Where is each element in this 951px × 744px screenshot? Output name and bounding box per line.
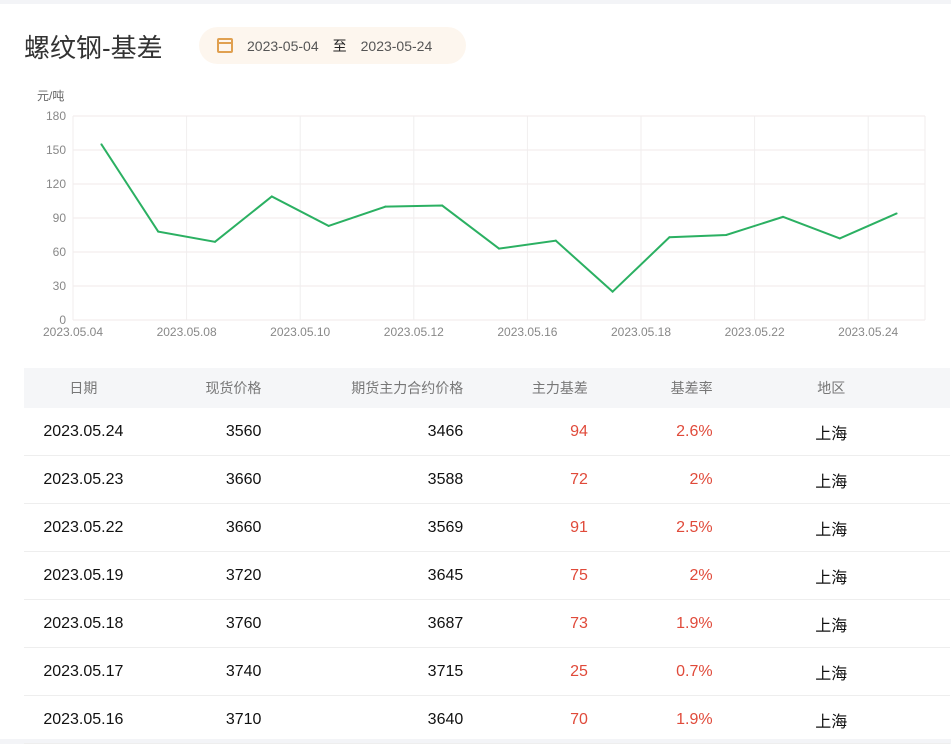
data-point — [668, 236, 671, 239]
data-point — [498, 247, 500, 250]
table-row: 2023.05.24 3560 3466 94 2.6% 上海 — [24, 408, 950, 456]
cell-basis-rate: 0.7% — [676, 662, 713, 680]
cell-futures-price: 3715 — [427, 662, 464, 680]
cell-date: 2023.05.24 — [43, 422, 124, 440]
x-tick-label: 2023.05.16 — [497, 325, 557, 339]
cell-region: 上海 — [815, 713, 848, 731]
cell-date: 2023.05.17 — [43, 662, 124, 680]
cell-spot-price: 3660 — [225, 470, 262, 488]
y-tick-label: 90 — [53, 211, 67, 225]
cell-futures-price: 3569 — [427, 518, 464, 536]
cell-spot-price: 3710 — [225, 710, 262, 728]
basis-line-chart: 03060901201501802023.05.04 2023.05.08 2023… — [43, 109, 926, 339]
cell-basis-rate: 2% — [689, 566, 713, 584]
cell-date: 2023.05.22 — [43, 518, 124, 536]
cell-futures-price: 3588 — [427, 470, 464, 488]
data-point — [782, 215, 784, 218]
table-row: 2023.05.17 3740 3715 25 0.7% 上海 — [24, 648, 950, 696]
cell-date: 2023.05.23 — [43, 470, 124, 488]
cell-region: 上海 — [815, 521, 848, 539]
table-row: 2023.05.19 3720 3645 75 2% 上海 — [24, 552, 950, 600]
x-tick-label: 2023.05.22 — [725, 325, 785, 339]
cell-basis: 91 — [570, 518, 588, 536]
x-tick-label: 2023.05.18 — [611, 325, 671, 339]
header-futures-price: 期货主力合约价格 — [351, 380, 464, 396]
cell-basis-rate: 1.9% — [676, 614, 713, 632]
table-row: 2023.05.23 3660 3588 72 2% 上海 — [24, 456, 950, 504]
header-date: 日期 — [69, 380, 98, 396]
y-tick-label: 60 — [53, 245, 67, 259]
cell-spot-price: 3560 — [225, 422, 262, 440]
x-tick-label: 2023.05.24 — [838, 325, 898, 339]
cell-basis: 73 — [570, 614, 588, 632]
data-point — [838, 237, 841, 240]
x-tick-label: 2023.05.08 — [157, 325, 217, 339]
data-point — [100, 143, 103, 146]
cell-region: 上海 — [815, 617, 848, 635]
table-header: 日期 现货价格 期货主力合约价格 主力基差 基差率 地区 — [24, 368, 950, 408]
header-basis: 主力基差 — [531, 380, 588, 396]
y-tick-label: 120 — [46, 177, 66, 191]
cell-basis-rate: 2.6% — [676, 422, 713, 440]
cell-region: 上海 — [815, 425, 848, 443]
cell-futures-price: 3640 — [427, 710, 464, 728]
cell-spot-price: 3760 — [225, 614, 262, 632]
cell-basis: 70 — [570, 710, 588, 728]
cell-region: 上海 — [815, 665, 848, 683]
basis-table: 日期 现货价格 期货主力合约价格 主力基差 基差率 地区 2023.05.24 3… — [24, 368, 950, 744]
data-point — [270, 195, 273, 198]
data-point — [214, 240, 216, 243]
table-row: 2023.05.18 3760 3687 73 1.9% 上海 — [24, 600, 950, 648]
cell-spot-price: 3720 — [225, 566, 262, 584]
cell-basis-rate: 2.5% — [676, 518, 713, 536]
data-point — [157, 230, 160, 233]
table-row: 2023.05.16 3710 3640 70 1.9% 上海 — [24, 696, 950, 744]
y-tick-label: 180 — [46, 109, 66, 123]
header-spot-price: 现货价格 — [205, 380, 262, 396]
header-region: 地区 — [817, 380, 846, 396]
data-point — [327, 224, 330, 227]
table-row: 2023.05.22 3660 3569 91 2.5% 上海 — [24, 504, 950, 552]
data-point — [554, 239, 557, 242]
cell-basis-rate: 1.9% — [676, 710, 713, 728]
cell-date: 2023.05.19 — [43, 566, 124, 584]
cell-basis: 75 — [570, 566, 588, 584]
data-point — [611, 290, 614, 293]
x-tick-label: 2023.05.10 — [270, 325, 330, 339]
y-tick-label: 150 — [46, 143, 66, 157]
x-tick-label: 2023.05.04 — [43, 325, 103, 339]
cell-date: 2023.05.16 — [43, 710, 124, 728]
x-tick-label: 2023.05.12 — [384, 325, 444, 339]
cell-basis: 94 — [570, 422, 588, 440]
cell-futures-price: 3645 — [427, 566, 464, 584]
cell-spot-price: 3660 — [225, 518, 262, 536]
cell-region: 上海 — [815, 473, 848, 491]
cell-futures-price: 3466 — [427, 422, 464, 440]
cell-basis: 72 — [570, 470, 588, 488]
header-basis-rate: 基差率 — [670, 380, 713, 396]
cell-basis-rate: 2% — [689, 470, 713, 488]
cell-region: 上海 — [815, 569, 848, 587]
data-point — [441, 204, 444, 207]
cell-spot-price: 3740 — [225, 662, 262, 680]
data-point — [895, 212, 898, 215]
cell-futures-price: 3687 — [427, 614, 464, 632]
y-tick-label: 30 — [53, 279, 67, 293]
data-point — [384, 205, 387, 208]
data-point — [725, 234, 728, 236]
cell-date: 2023.05.18 — [43, 614, 124, 632]
cell-basis: 25 — [570, 662, 588, 680]
